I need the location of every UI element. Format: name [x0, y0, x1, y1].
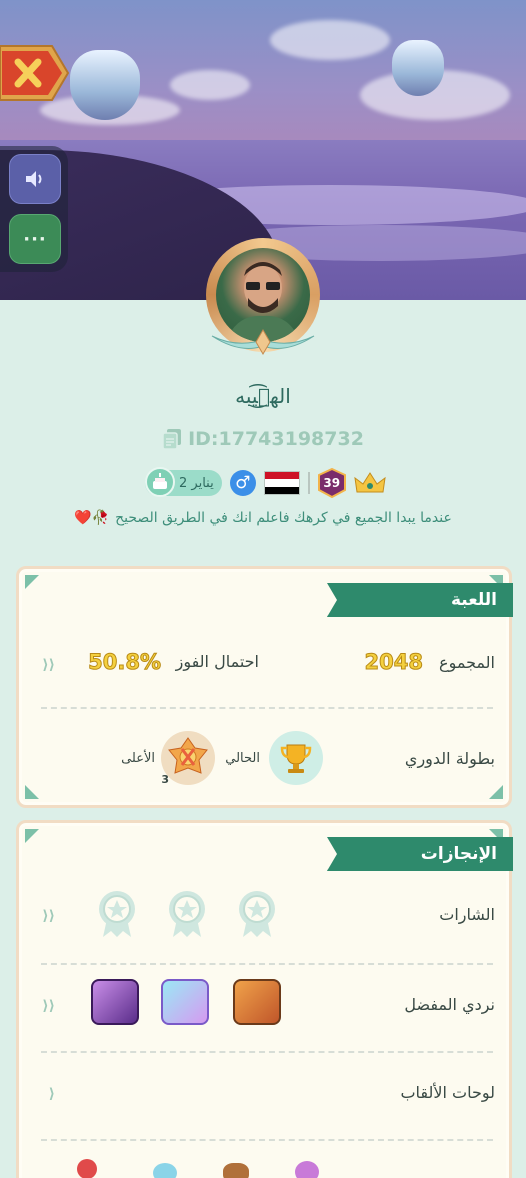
bio-text: عندما يبدا الجميع في كرهك فاعلم انك في ا…	[115, 510, 452, 526]
more-options-button[interactable]: ···	[9, 214, 61, 264]
achievements-card-title: الإنجازات	[327, 837, 513, 871]
badges-row[interactable]: الشارات ⟨⟨	[37, 887, 495, 947]
current-label: الحالي	[225, 751, 260, 766]
title-plates-chevron[interactable]: ⟨	[37, 1083, 55, 1105]
league-highest-badge	[161, 731, 215, 785]
gender-male-icon: ♂	[229, 470, 256, 496]
dice-chevron[interactable]: ⟨⟨	[37, 995, 55, 1017]
trophy-icon	[280, 744, 312, 773]
win-rate-value: 50.8%	[88, 650, 162, 675]
speaker-icon	[26, 171, 42, 187]
crown-icon	[354, 472, 386, 493]
league-row[interactable]: بطولة الدوري الحالي 3 الأعلى	[37, 729, 495, 789]
win-rate-label: احتمال الفوز	[175, 652, 259, 671]
side-controls-panel: ···	[0, 146, 68, 272]
game-stats-row[interactable]: المجموع 2048 احتمال الفوز 50.8% ⟨⟨	[37, 635, 495, 695]
level-number: 39	[323, 476, 341, 490]
more-icon: ···	[23, 228, 47, 250]
bio-emoji: 🥀❤️	[74, 510, 110, 526]
achievements-card: الإنجازات الشارات ⟨⟨ نردي المفضل ⟨⟨ لوحا…	[16, 820, 513, 1178]
badge-slot-icon	[239, 891, 275, 937]
title-plates-label: لوحات الألقاب	[400, 1083, 495, 1102]
title-plates-row[interactable]: لوحات الألقاب ⟨	[37, 1063, 495, 1123]
profile-badges-row: 2 يناير ♂ 39	[145, 467, 386, 499]
game-card-title: اللعبة	[327, 583, 513, 617]
game-stats-chevron[interactable]: ⟨⟨	[37, 654, 55, 676]
floating-island-right	[392, 40, 444, 96]
dice-treasure-icon	[233, 979, 281, 1025]
birthday-badge: 2 يناير	[145, 467, 222, 497]
flag-iraq-icon	[263, 471, 300, 495]
item-brown-icon	[223, 1163, 249, 1178]
item-blue-icon	[153, 1163, 177, 1178]
username: الهٖ͜͡يبه	[235, 384, 291, 408]
badges-chevron[interactable]: ⟨⟨	[37, 905, 55, 927]
badges-label: الشارات	[439, 905, 495, 924]
close-button[interactable]	[0, 42, 70, 104]
birthday-date: 2 يناير	[179, 475, 214, 491]
highest-label: الأعلى	[121, 751, 155, 766]
bio-row: عندما يبدا الجميع في كرهك فاعلم انك في ا…	[0, 510, 526, 526]
game-stats-card: اللعبة المجموع 2048 احتمال الفوز 50.8% ⟨…	[16, 566, 513, 808]
copy-icon[interactable]	[162, 428, 182, 450]
highest-stars: 3	[161, 773, 169, 786]
total-label: المجموع	[439, 653, 495, 672]
user-id-row[interactable]: ID:17743198732	[0, 428, 526, 450]
total-value: 2048	[364, 650, 423, 675]
league-emblem-icon	[168, 737, 208, 774]
league-current-trophy	[269, 731, 323, 785]
floating-island-left	[70, 50, 140, 120]
favorite-dice-row[interactable]: نردي المفضل ⟨⟨	[37, 975, 495, 1035]
badge-slot-icon	[169, 891, 205, 937]
dice-fairy-icon	[161, 979, 209, 1025]
dice-label: نردي المفضل	[404, 995, 495, 1014]
cake-icon	[145, 467, 175, 497]
user-id: ID:17743198732	[188, 428, 364, 450]
league-label: بطولة الدوري	[404, 749, 495, 768]
item-purple-icon	[295, 1161, 319, 1178]
dice-purple-icon	[91, 979, 139, 1025]
level-badge: 39	[317, 468, 346, 498]
avatar-frame[interactable]	[200, 236, 326, 362]
sound-button[interactable]	[9, 154, 61, 204]
badge-slot-icon	[99, 891, 135, 937]
item-red-icon	[77, 1159, 97, 1178]
avatar-frame-ornament	[211, 329, 315, 355]
